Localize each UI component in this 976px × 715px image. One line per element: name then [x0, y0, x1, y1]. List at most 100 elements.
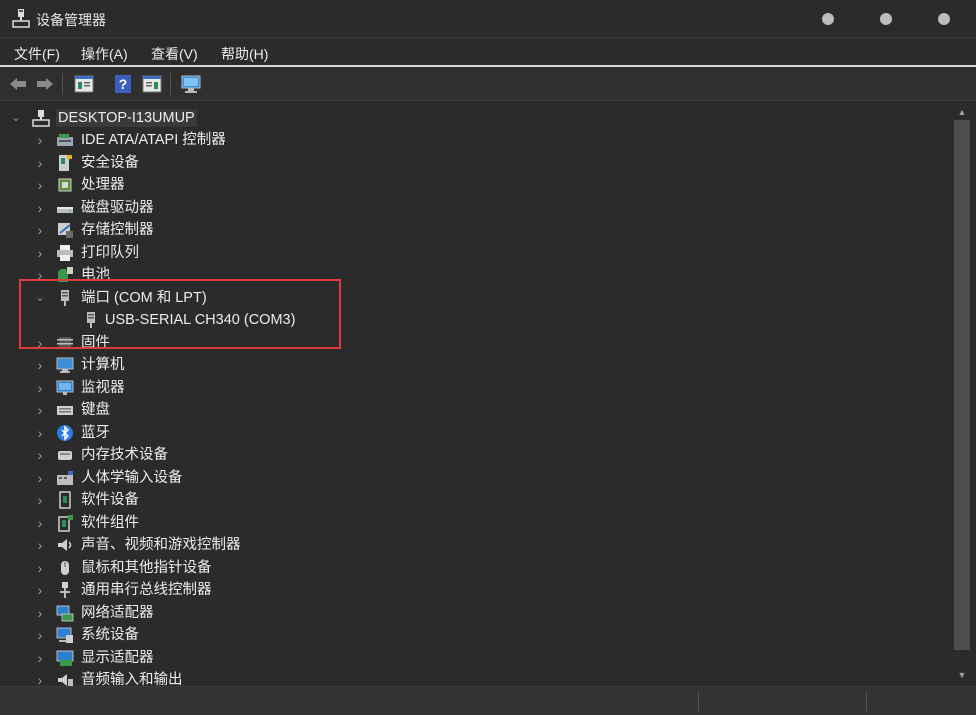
tree-category-label: 音频输入和输出 — [81, 672, 183, 686]
computer-root-icon — [32, 110, 50, 127]
tree-category[interactable]: › 音频输入和输出 — [4, 669, 934, 686]
tree-category[interactable]: › 蓝牙 — [4, 422, 934, 444]
tree-child-label: USB-SERIAL CH340 (COM3) — [105, 312, 296, 328]
chevron-right-icon[interactable]: › — [34, 604, 46, 622]
mouse-icon — [61, 560, 69, 575]
tree-category[interactable]: › 监视器 — [4, 377, 934, 399]
chevron-right-icon[interactable]: › — [34, 379, 46, 397]
scan-hardware-icon[interactable] — [180, 73, 202, 95]
storage-controller-icon — [58, 223, 73, 238]
tree-category-label: 处理器 — [81, 177, 125, 193]
close-button[interactable] — [938, 13, 950, 25]
scroll-up-icon[interactable]: ▲ — [956, 107, 968, 119]
view-icon[interactable] — [141, 73, 163, 95]
tree-category[interactable]: › 固件 — [4, 332, 934, 354]
tree-category[interactable]: › IDE ATA/ATAPI 控制器 — [4, 129, 934, 151]
tree-category[interactable]: › 内存技术设备 — [4, 444, 934, 466]
tree-category[interactable]: › 计算机 — [4, 354, 934, 376]
chevron-right-icon[interactable]: › — [34, 221, 46, 239]
scroll-thumb[interactable] — [954, 120, 970, 650]
tree-category[interactable]: › 键盘 — [4, 399, 934, 421]
tree-category[interactable]: › 磁盘驱动器 — [4, 197, 934, 219]
computer-icon — [56, 357, 74, 373]
battery-icon — [58, 267, 73, 282]
forward-icon[interactable] — [34, 73, 56, 95]
chevron-right-icon[interactable]: › — [34, 649, 46, 667]
scroll-down-icon[interactable]: ▼ — [956, 670, 968, 682]
chevron-right-icon[interactable]: › — [34, 626, 46, 644]
tree-category[interactable]: › 软件设备 — [4, 489, 934, 511]
chevron-right-icon[interactable]: › — [34, 469, 46, 487]
monitor-icon — [56, 380, 74, 395]
chevron-right-icon[interactable]: › — [34, 199, 46, 217]
tree-category[interactable]: › 处理器 — [4, 174, 934, 196]
tree-category-label: 鼠标和其他指针设备 — [81, 559, 212, 576]
chevron-right-icon[interactable]: › — [34, 491, 46, 509]
tree-category[interactable]: › 打印队列 — [4, 242, 934, 264]
software-device-icon — [59, 491, 71, 509]
chevron-right-icon[interactable]: › — [34, 356, 46, 374]
tree-category[interactable]: › 显示适配器 — [4, 647, 934, 669]
chevron-right-icon[interactable]: › — [34, 176, 46, 194]
chevron-right-icon[interactable]: › — [34, 244, 46, 262]
tree-category-label: 软件组件 — [81, 514, 139, 531]
menu-action[interactable]: 操作(A) — [81, 44, 128, 64]
minimize-button[interactable] — [822, 13, 834, 25]
tree-category[interactable]: › 存储控制器 — [4, 219, 934, 241]
toolbar-separator — [62, 73, 63, 95]
chevron-right-icon[interactable]: › — [34, 266, 46, 284]
tree-category[interactable]: › 通用串行总线控制器 — [4, 579, 934, 601]
tree-category[interactable]: › 电池 — [4, 264, 934, 286]
tree-category-label: 系统设备 — [81, 627, 139, 643]
tree-category[interactable]: › 声音、视频和游戏控制器 — [4, 534, 934, 556]
system-device-icon — [56, 627, 73, 643]
chevron-right-icon[interactable]: › — [34, 154, 46, 172]
tree-category[interactable]: › 网络适配器 — [4, 602, 934, 624]
back-icon[interactable] — [7, 73, 29, 95]
chevron-right-icon[interactable]: › — [34, 536, 46, 554]
menu-help[interactable]: 帮助(H) — [221, 44, 268, 64]
chevron-down-icon[interactable]: ⌄ — [10, 109, 22, 127]
chevron-right-icon[interactable]: › — [34, 131, 46, 149]
tree-category-label: 电池 — [81, 267, 110, 283]
tree-category[interactable]: › 鼠标和其他指针设备 — [4, 557, 934, 579]
menu-file[interactable]: 文件(F) — [14, 44, 60, 64]
chevron-right-icon[interactable]: › — [34, 334, 46, 352]
disk-drive-icon — [57, 206, 73, 213]
properties-icon[interactable] — [73, 73, 95, 95]
chevron-right-icon[interactable]: › — [34, 401, 46, 419]
keyboard-icon — [57, 406, 73, 415]
menu-bar: 文件(F) 操作(A) 查看(V) 帮助(H) — [0, 38, 976, 67]
chevron-right-icon[interactable]: › — [34, 581, 46, 599]
tree-root[interactable]: ⌄ DESKTOP-I13UMUP — [4, 107, 934, 129]
tree-category-label: 网络适配器 — [81, 604, 154, 621]
tree-category[interactable]: › 软件组件 — [4, 512, 934, 534]
title-bar: 设备管理器 — [0, 0, 976, 38]
tree-category[interactable]: › 系统设备 — [4, 624, 934, 646]
port-icon — [61, 289, 69, 306]
chevron-down-icon[interactable]: ⌄ — [34, 289, 46, 307]
chevron-right-icon[interactable]: › — [34, 671, 46, 686]
display-adapter-icon — [56, 650, 74, 666]
help-icon[interactable]: ? — [112, 73, 134, 95]
vertical-scrollbar[interactable]: ▲ ▼ — [950, 104, 974, 686]
device-tree[interactable]: ⌄ DESKTOP-I13UMUP › IDE ATA/ATAPI 控制器 › 安全设… — [4, 104, 948, 686]
tree-category[interactable]: ⌄ 端口 (COM 和 LPT) — [4, 287, 934, 309]
tree-category[interactable]: › 安全设备 — [4, 152, 934, 174]
chevron-right-icon[interactable]: › — [34, 514, 46, 532]
chevron-right-icon[interactable]: › — [34, 559, 46, 577]
status-separator — [866, 691, 867, 711]
tree-category-label: 软件设备 — [81, 492, 139, 508]
network-adapter-icon — [56, 605, 74, 621]
tree-category-label: 安全设备 — [81, 154, 139, 171]
chevron-right-icon[interactable]: › — [34, 446, 46, 464]
security-device-icon — [59, 154, 72, 171]
audio-io-icon — [58, 674, 73, 686]
menu-view[interactable]: 查看(V) — [151, 44, 198, 64]
maximize-button[interactable] — [880, 13, 892, 25]
tree-category[interactable]: › 人体学输入设备 — [4, 467, 934, 489]
chevron-right-icon[interactable]: › — [34, 424, 46, 442]
tree-child-item[interactable]: USB-SERIAL CH340 (COM3) — [4, 309, 934, 331]
tree-category-label: 打印队列 — [81, 244, 139, 261]
memory-tech-icon — [58, 451, 72, 460]
